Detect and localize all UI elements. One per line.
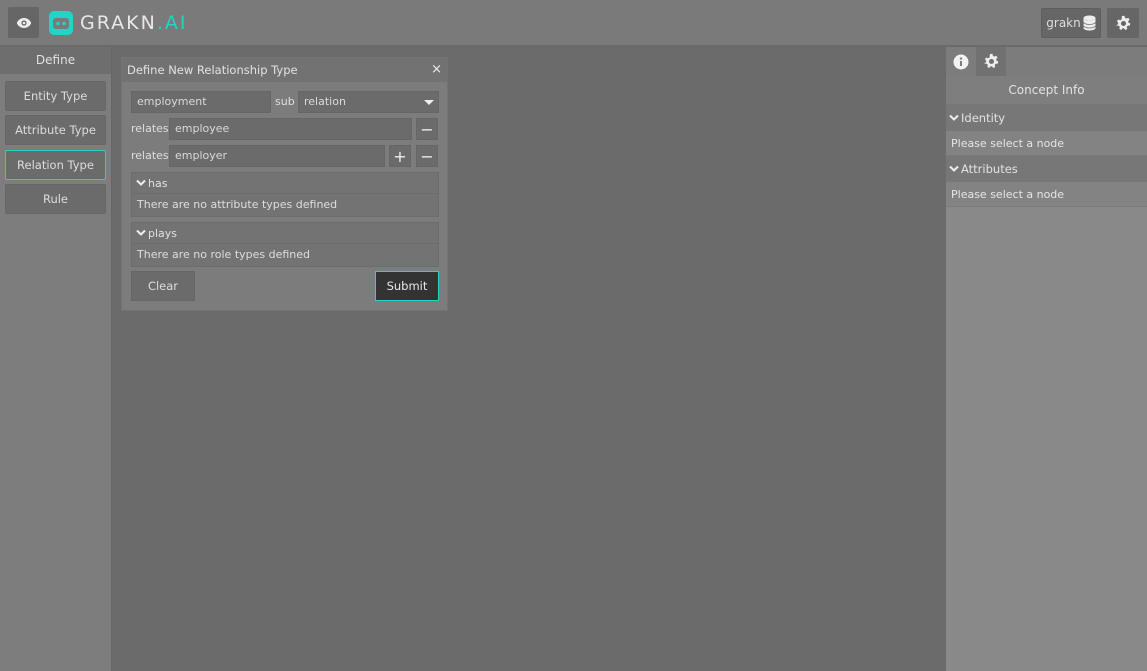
clear-button[interactable]: Clear — [131, 271, 195, 301]
gear-icon — [983, 53, 998, 68]
keyspace-label: grakn — [1046, 16, 1081, 30]
chevron-down-icon — [949, 114, 959, 121]
attributes-section-toggle[interactable]: Attributes — [946, 156, 1147, 182]
define-relationship-dialog: Define New Relationship Type × employmen… — [121, 57, 448, 311]
sub-label: sub — [275, 95, 295, 108]
database-icon — [1082, 15, 1096, 31]
dialog-header: Define New Relationship Type × — [122, 58, 447, 82]
top-bar: GRAKN.AI grakn — [0, 0, 1147, 46]
concept-info-panel: Concept Info Identity Please select a no… — [946, 47, 1147, 671]
remove-role-button[interactable]: − — [416, 145, 438, 167]
plus-icon: + — [393, 146, 407, 166]
tab-concept-info[interactable] — [946, 47, 976, 76]
visualiser-toggle-button[interactable] — [8, 7, 39, 38]
add-role-button[interactable]: + — [389, 145, 411, 167]
close-icon[interactable]: × — [431, 58, 442, 82]
logo-wordmark: GRAKN.AI — [80, 12, 188, 34]
grakn-logo: GRAKN.AI — [48, 10, 187, 36]
define-panel-title: Define — [0, 47, 111, 74]
settings-button[interactable] — [1107, 8, 1139, 38]
plays-section: plays There are no role types defined — [131, 222, 439, 267]
dialog-title: Define New Relationship Type — [127, 63, 298, 77]
supertype-select[interactable]: relation — [298, 91, 439, 113]
rule-button[interactable]: Rule — [5, 184, 106, 214]
plays-empty-message: There are no role types defined — [137, 248, 311, 261]
minus-icon: − — [420, 119, 434, 139]
plays-label: plays — [148, 226, 178, 240]
has-empty-message: There are no attribute types defined — [137, 198, 338, 211]
identity-label: Identity — [961, 111, 1006, 125]
remove-role-button[interactable]: − — [416, 118, 438, 140]
attribute-type-button[interactable]: Attribute Type — [5, 115, 106, 145]
info-icon — [953, 54, 969, 69]
identity-section-toggle[interactable]: Identity — [946, 105, 1147, 131]
relates-label: relates — [131, 149, 169, 162]
role-input[interactable]: employee — [169, 118, 412, 140]
plays-section-toggle[interactable]: plays — [132, 223, 438, 244]
chevron-down-icon — [136, 179, 146, 186]
keyspace-selector-button[interactable]: grakn — [1041, 8, 1101, 38]
relation-type-button[interactable]: Relation Type — [5, 150, 106, 180]
minus-icon: − — [420, 146, 434, 166]
entity-type-button[interactable]: Entity Type — [5, 81, 106, 111]
supertype-value: relation — [304, 95, 346, 108]
chevron-down-icon — [949, 165, 959, 172]
chevron-down-icon — [136, 229, 146, 236]
submit-button[interactable]: Submit — [375, 271, 439, 301]
grakn-logo-icon — [49, 11, 73, 35]
identity-empty-message: Please select a node — [946, 131, 1147, 156]
relates-label: relates — [131, 122, 169, 135]
caret-down-icon — [424, 100, 434, 105]
role-input[interactable]: employer — [169, 145, 385, 167]
has-label: has — [148, 176, 168, 190]
define-panel: Define Entity Type Attribute Type Relati… — [0, 47, 112, 671]
attributes-empty-message: Please select a node — [946, 182, 1147, 207]
relationship-name-input[interactable]: employment — [131, 91, 271, 113]
concept-info-title: Concept Info — [946, 76, 1147, 105]
eye-icon — [16, 17, 31, 28]
tab-settings[interactable] — [976, 47, 1006, 76]
has-section-toggle[interactable]: has — [132, 173, 438, 194]
attributes-label: Attributes — [961, 162, 1018, 176]
has-section: has There are no attribute types defined — [131, 172, 439, 217]
gear-icon — [1115, 15, 1130, 30]
panel-tab-strip — [946, 47, 1147, 76]
